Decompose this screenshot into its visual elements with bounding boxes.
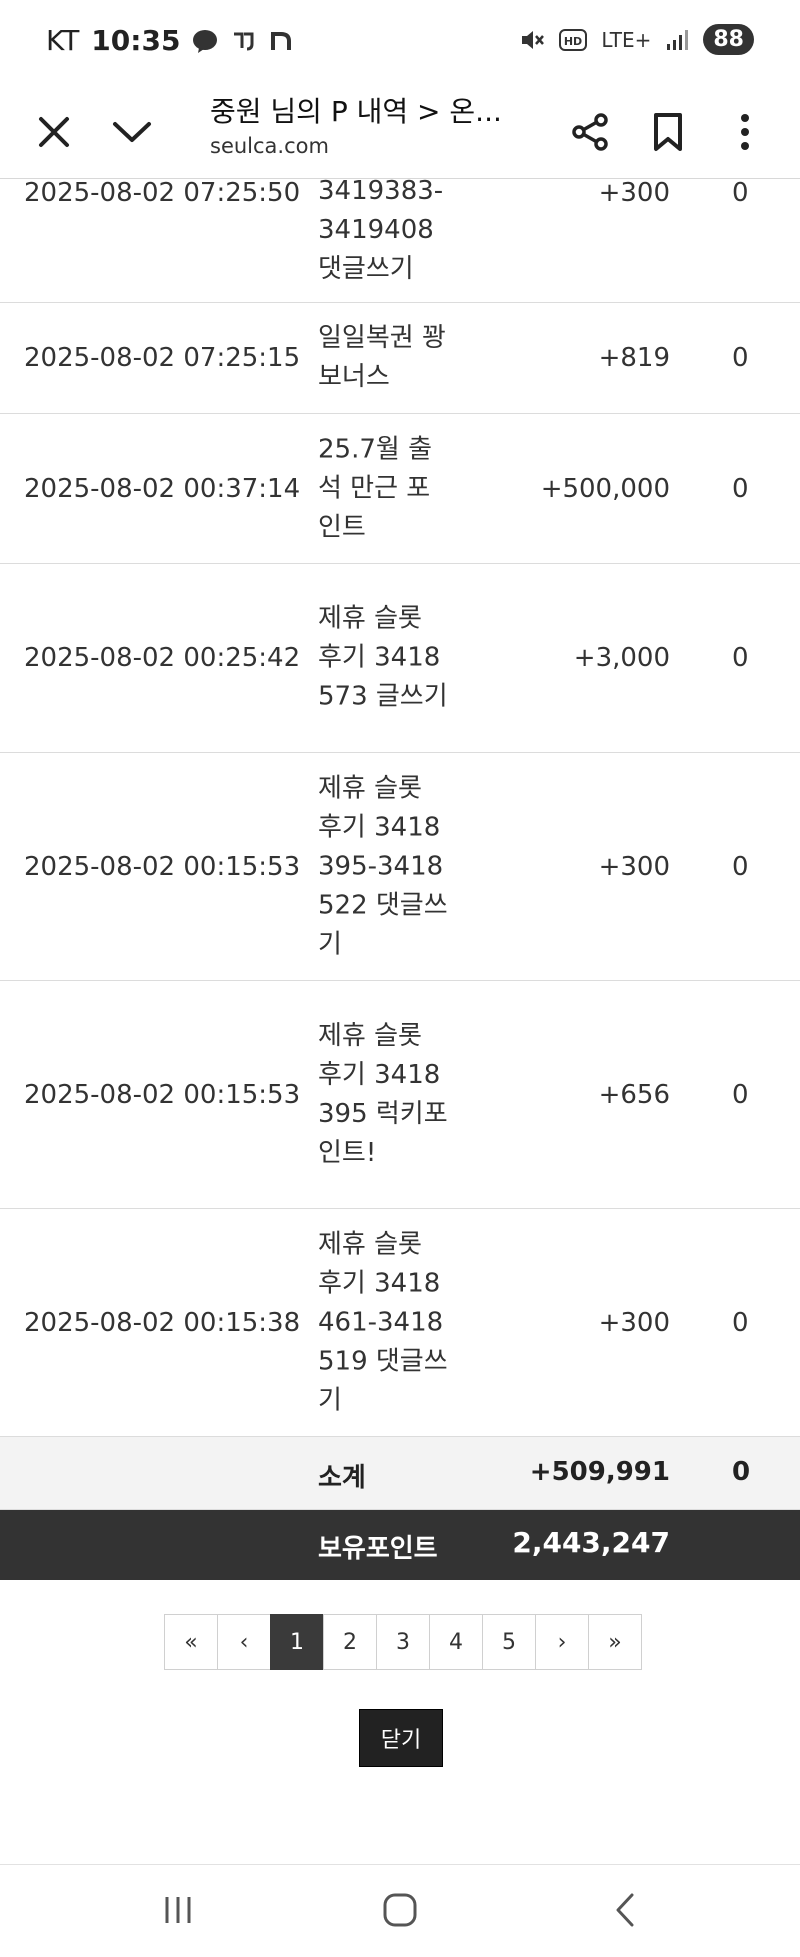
status-bar: KT 10:35 HD LTE+ 88 [0,0,800,86]
next-page-button[interactable]: › [535,1614,589,1670]
subtotal-amount: +509,991 [529,1457,670,1487]
page-button-5[interactable]: 5 [482,1614,536,1670]
row-used: 0 [732,643,749,673]
holding-points-row: 보유포인트 2,443,247 [0,1510,800,1580]
close-window-button[interactable]: 닫기 [359,1709,443,1767]
row-amount: +300 [598,851,670,882]
row-amount: +500,000 [540,473,670,504]
table-row: 2025-08-02 07:25:50 3419383-3419408 댓글쓰기… [0,176,800,303]
first-page-button[interactable]: « [164,1614,218,1670]
back-icon [616,1893,634,1927]
row-date: 2025-08-02 00:37:14 [24,473,301,504]
battery-indicator: 88 [703,24,754,55]
subtotal-row: 소계 +509,991 0 [0,1437,800,1510]
row-amount: +300 [598,1307,670,1338]
subtotal-label: 소계 [318,1463,366,1493]
subtotal-used: 0 [732,1457,751,1487]
row-used: 0 [732,851,749,882]
app-notification-icon [234,32,254,50]
more-vertical-icon [741,114,749,150]
row-description: 25.7월 출석 만근 포인트 [318,434,432,542]
status-right: HD LTE+ 88 [519,24,754,55]
home-button[interactable] [370,1885,430,1935]
pagination: « ‹ 1 2 3 4 5 › » [164,1614,642,1670]
row-date: 2025-08-02 00:15:53 [24,1079,301,1110]
row-date: 2025-08-02 00:15:53 [24,851,301,882]
carrier-label: KT [46,24,80,57]
recent-apps-icon [165,1897,191,1923]
row-date: 2025-08-02 00:25:42 [24,643,301,673]
table-row: 2025-08-02 00:15:53 제휴 슬롯 후기 3418395-341… [0,753,800,981]
network-type-label: LTE+ [601,27,652,52]
recent-apps-button[interactable] [148,1885,208,1935]
talk-notification-icon [193,29,218,53]
row-date: 2025-08-02 00:15:38 [24,1307,301,1338]
hd-icon: HD [559,28,588,51]
row-amount: +819 [598,343,670,373]
bookmark-button[interactable] [640,104,696,160]
more-options-button[interactable] [717,104,773,160]
system-navigation-bar [0,1864,800,1957]
page-title: 중원 님의 P 내역 > 온... [210,95,502,128]
holding-points-value: 2,443,247 [512,1526,670,1559]
row-description: 제휴 슬롯 후기 3418573 글쓰기 [318,603,448,712]
back-button[interactable] [595,1885,655,1935]
row-amount: +300 [598,178,670,208]
svg-text:HD: HD [564,35,582,48]
page-button-2[interactable]: 2 [323,1614,377,1670]
row-amount: +656 [598,1079,670,1110]
collapse-button[interactable] [104,104,160,160]
row-description: 3419383-3419408 댓글쓰기 [318,176,444,284]
table-row: 2025-08-02 00:25:42 제휴 슬롯 후기 3418573 글쓰기… [0,564,800,753]
row-date: 2025-08-02 07:25:50 [24,178,301,208]
last-page-button[interactable]: » [588,1614,642,1670]
table-row: 2025-08-02 00:37:14 25.7월 출석 만근 포인트 +500… [0,414,800,564]
table-row: 2025-08-02 00:15:38 제휴 슬롯 후기 3418461-341… [0,1209,800,1437]
table-row: 2025-08-02 00:15:53 제휴 슬롯 후기 3418395 럭키포… [0,981,800,1209]
table-row: 2025-08-02 07:25:15 일일복권 꽝 보너스 +819 0 [0,303,800,414]
bookmark-icon [654,113,682,151]
mute-icon [522,30,545,49]
row-used: 0 [732,473,749,504]
home-icon [383,1893,417,1927]
holding-points-label: 보유포인트 [318,1534,438,1564]
row-used: 0 [732,1307,749,1338]
page-button-4[interactable]: 4 [429,1614,483,1670]
close-icon [39,117,69,147]
browser-toolbar: 중원 님의 P 내역 > 온... seulca.com [0,86,800,179]
naver-notification-icon [271,31,292,50]
row-description: 제휴 슬롯 후기 3418395 럭키포인트! [318,1020,448,1168]
page-button-1[interactable]: 1 [270,1614,324,1670]
row-used: 0 [732,343,749,373]
prev-page-button[interactable]: ‹ [217,1614,271,1670]
row-amount: +3,000 [573,643,670,673]
share-button[interactable] [562,104,618,160]
share-icon [572,113,608,151]
page-domain: seulca.com [210,134,329,158]
signal-icon [667,29,689,50]
close-tab-button[interactable] [26,104,82,160]
clock: 10:35 [91,24,181,57]
row-description: 일일복권 꽝 보너스 [318,323,446,392]
point-history-table: 2025-08-02 07:25:50 3419383-3419408 댓글쓰기… [0,176,800,1580]
row-description: 제휴 슬롯 후기 3418395-3418522 댓글쓰기 [318,773,448,959]
row-used: 0 [732,178,749,208]
row-date: 2025-08-02 07:25:15 [24,343,301,373]
status-left: KT 10:35 [46,24,294,57]
chevron-down-icon [113,122,151,142]
row-description: 제휴 슬롯 후기 3418461-3418519 댓글쓰기 [318,1229,448,1415]
page-button-3[interactable]: 3 [376,1614,430,1670]
row-used: 0 [732,1079,749,1110]
